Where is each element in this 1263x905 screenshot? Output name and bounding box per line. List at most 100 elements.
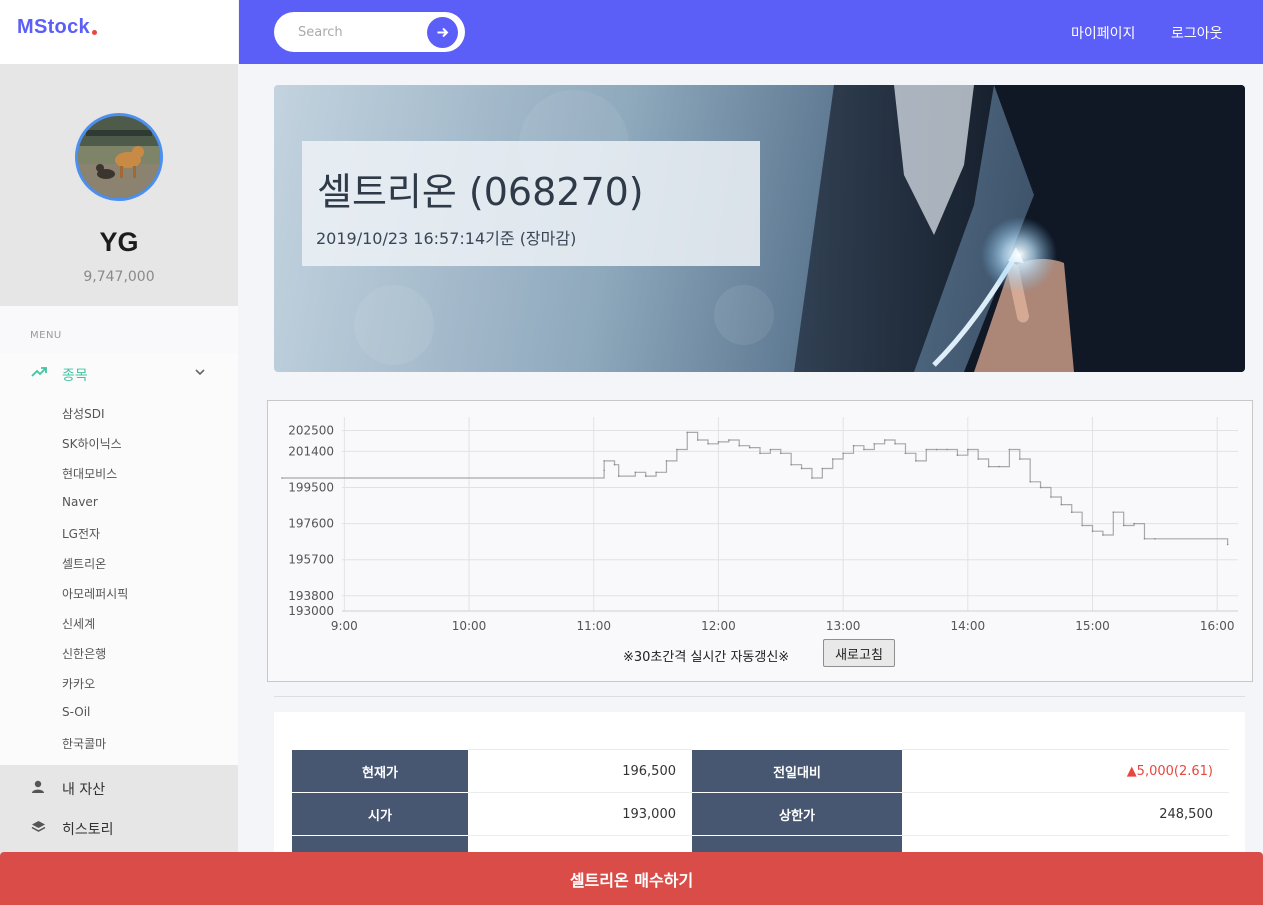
price-point <box>987 465 990 468</box>
price-point <box>655 471 657 474</box>
sidebar: MStock YG 9,747,000 MENU 종목 삼성SDI SK하이닉스… <box>0 0 238 905</box>
price-point <box>873 443 876 445</box>
layers-icon <box>31 821 46 832</box>
y-tick-label: 193000 <box>288 604 334 618</box>
price-point <box>1039 486 1042 489</box>
price-point <box>1050 496 1052 498</box>
price-point <box>1143 538 1146 540</box>
x-tick-label: 16:00 <box>1200 619 1235 633</box>
user-name: YG <box>99 227 139 257</box>
y-tick-label: 201400 <box>288 444 334 458</box>
quote-label: 현재가 <box>292 749 468 793</box>
price-point <box>603 469 605 472</box>
stock-item[interactable]: 신한은행 <box>62 645 106 662</box>
nav-item-history[interactable]: 히스토리 <box>0 807 238 847</box>
search-box <box>274 12 465 52</box>
price-point <box>617 475 620 477</box>
price-point <box>281 477 283 479</box>
x-tick-label: 11:00 <box>576 619 611 633</box>
price-point <box>811 477 813 479</box>
stock-menu-toggle[interactable]: 종목 <box>0 353 238 395</box>
quote-value-change: ▲5,000(2.61) <box>902 749 1229 793</box>
quote-label: 전일대비 <box>692 749 902 793</box>
search-button[interactable] <box>427 17 458 48</box>
price-point <box>1018 458 1021 460</box>
price-point <box>779 452 782 455</box>
price-point <box>852 444 855 447</box>
stock-item[interactable]: 카카오 <box>62 675 95 692</box>
stock-menu: 종목 삼성SDI SK하이닉스 현대모비스 Naver LG전자 셀트리온 아모… <box>0 353 238 765</box>
logout-link[interactable]: 로그아웃 <box>1171 23 1223 43</box>
stock-item[interactable]: 신세계 <box>62 615 95 632</box>
stock-item[interactable]: 현대모비스 <box>62 465 117 482</box>
avatar[interactable] <box>75 113 163 201</box>
x-tick-label: 14:00 <box>951 619 986 633</box>
price-point <box>1122 524 1125 527</box>
nav-label-assets: 내 자산 <box>62 782 106 798</box>
stock-item[interactable]: SK하이닉스 <box>62 435 122 452</box>
price-point <box>738 444 741 447</box>
user-icon <box>32 780 44 793</box>
price-point <box>613 463 616 466</box>
price-point <box>956 454 959 456</box>
brand-area: MStock <box>0 0 238 64</box>
price-point <box>769 448 772 451</box>
price-point <box>1081 524 1083 527</box>
stock-item[interactable]: Naver <box>62 495 98 509</box>
price-point <box>935 448 938 451</box>
quote-value: 196,500 <box>468 749 692 793</box>
refresh-button[interactable]: 새로고침 <box>823 639 895 667</box>
buy-button[interactable]: 셀트리온 매수하기 <box>0 852 1263 905</box>
x-tick-label: 12:00 <box>701 619 736 633</box>
price-point <box>686 431 689 434</box>
stock-title: 셀트리온 (068270) <box>317 170 644 214</box>
menu-heading: MENU <box>30 330 62 341</box>
price-point <box>842 452 844 455</box>
price-chart: 9:00 10:00 11:00 12:00 13:00 14:00 15:00 16:00 2… <box>281 417 1238 633</box>
price-point <box>1102 534 1104 536</box>
table-row: 현재가 196,500 전일대비 ▲5,000(2.61) <box>292 749 1229 793</box>
price-point <box>967 448 969 451</box>
y-tick-label: 195700 <box>288 553 334 567</box>
section-divider <box>274 696 1245 697</box>
price-point <box>1070 511 1073 513</box>
price-point <box>1091 530 1094 532</box>
price-point <box>748 446 751 449</box>
stock-item[interactable]: LG전자 <box>62 525 100 542</box>
user-balance: 9,747,000 <box>83 269 155 285</box>
x-tick-label: 9:00 <box>331 619 358 633</box>
trending-up-icon <box>31 367 47 377</box>
price-point <box>717 441 720 443</box>
search-input[interactable] <box>298 22 418 42</box>
price-point <box>894 443 896 445</box>
price-point <box>1112 511 1115 513</box>
price-point <box>790 463 792 466</box>
price-point <box>946 448 948 451</box>
chart-panel: 9:00 10:00 11:00 12:00 13:00 14:00 15:00 16:00 2… <box>267 400 1253 682</box>
quote-value: 248,500 <box>902 792 1229 836</box>
stock-item[interactable]: 셀트리온 <box>62 555 106 572</box>
price-point <box>1154 538 1156 540</box>
stock-menu-label: 종목 <box>62 368 88 384</box>
price-point <box>728 439 730 441</box>
price-point <box>915 460 917 462</box>
price-point <box>1133 522 1135 525</box>
price-point <box>883 439 886 441</box>
nav-item-assets[interactable]: 내 자산 <box>0 767 238 807</box>
price-point <box>904 452 907 455</box>
x-tick-label: 10:00 <box>452 619 487 633</box>
brand-logo[interactable]: MStock <box>17 16 90 39</box>
x-tick-label: 15:00 <box>1075 619 1110 633</box>
hero-banner: 셀트리온 (068270) 2019/10/23 16:57:14기준 (장마감… <box>274 85 1245 372</box>
price-point <box>696 439 699 441</box>
price-point <box>1029 481 1031 483</box>
stock-caption: 셀트리온 (068270) 2019/10/23 16:57:14기준 (장마감… <box>302 141 760 266</box>
price-point <box>1060 503 1063 506</box>
stock-item[interactable]: 아모레퍼시픽 <box>62 585 128 602</box>
stock-item[interactable]: 삼성SDI <box>62 405 104 422</box>
price-point <box>676 448 678 451</box>
brand-dot-icon <box>92 30 97 35</box>
stock-item[interactable]: S-Oil <box>62 705 90 719</box>
mypage-link[interactable]: 마이페이지 <box>1071 23 1135 43</box>
stock-item[interactable]: 한국콜마 <box>62 735 106 752</box>
